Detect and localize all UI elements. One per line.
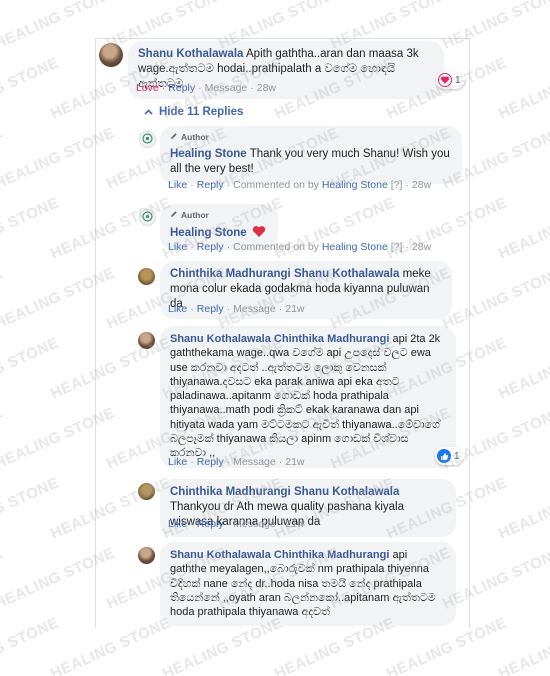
mention-link[interactable]: Chinthika Madhurangi — [274, 333, 390, 345]
page-avatar[interactable] — [139, 131, 156, 148]
avatar[interactable] — [138, 268, 155, 285]
avatar[interactable] — [138, 332, 155, 349]
timestamp[interactable]: 21w — [285, 518, 304, 530]
comment-actions: Like · Reply · Message · 21w — [168, 456, 305, 468]
comments-thread: Shanu Kothalawala Apith gaththa..aran da… — [95, 38, 470, 628]
comment-actions: Love · Reply · Message · 28w — [136, 82, 277, 94]
watermark-text: HEALING STONE — [0, 614, 62, 676]
reply-link[interactable]: Reply — [197, 518, 224, 530]
comment-text: api 2ta 2k gaththekama wage..qwa වගේම ap… — [170, 333, 441, 460]
message-link[interactable]: Message — [233, 303, 276, 315]
avatar[interactable] — [138, 547, 155, 564]
reaction-count[interactable]: 1 — [435, 447, 464, 465]
love-reaction-link[interactable]: Love — [136, 82, 159, 94]
mention-link[interactable]: Shanu Kothalawala — [294, 268, 399, 280]
watermark-text: HEALING STONE — [496, 54, 550, 123]
message-link[interactable]: Message — [233, 456, 276, 468]
watermark-text: HEALING STONE — [0, 544, 6, 612]
watermark-text: HEALING STONE — [0, 54, 62, 123]
watermark-text: HEALING STONE — [0, 474, 62, 543]
watermark-text: HEALING STONE — [496, 614, 550, 676]
mention-link[interactable]: Shanu Kothalawala — [294, 486, 399, 498]
watermark-text: HEALING STONE — [496, 474, 550, 543]
timestamp[interactable]: 28w — [412, 241, 431, 253]
comment-author[interactable]: Healing Stone — [170, 227, 247, 239]
reply-link[interactable]: Reply — [197, 179, 224, 191]
healing-stone-logo-icon — [142, 210, 153, 225]
like-link[interactable]: Like — [168, 518, 187, 530]
like-icon — [437, 449, 451, 463]
commenter-link[interactable]: Healing Stone — [322, 179, 388, 191]
comment-actions: Like · Reply · Commented on by Healing Stone… — [168, 241, 432, 253]
comment-bubble: Shanu Kothalawala Chinthika Madhurangi a… — [160, 542, 456, 627]
watermark-text: HEALING STONE — [0, 0, 6, 53]
reply-link[interactable]: Reply — [197, 303, 224, 315]
pencil-icon — [170, 208, 178, 223]
comment-author[interactable]: Chinthika Madhurangi — [170, 486, 291, 498]
heart-icon — [438, 73, 452, 87]
healing-stone-logo-icon — [142, 132, 153, 147]
comment-author[interactable]: Shanu Kothalawala — [138, 48, 243, 60]
author-badge: Author — [170, 208, 268, 223]
comment-actions: Like · Reply · Commented on by Healing Stone… — [168, 179, 432, 191]
avatar[interactable] — [99, 43, 123, 67]
commenter-link[interactable]: Healing Stone — [322, 241, 388, 253]
comment-actions: Like · Reply · Message · 21w — [168, 518, 305, 530]
comment-author[interactable]: Shanu Kothalawala — [170, 333, 271, 345]
pencil-icon — [170, 130, 178, 145]
reply-link[interactable]: Reply — [197, 241, 224, 253]
watermark-text: HEALING STONE — [496, 334, 550, 403]
timestamp[interactable]: 28w — [257, 82, 276, 94]
reaction-count[interactable]: 1 — [436, 71, 465, 89]
timestamp[interactable]: 28w — [412, 179, 431, 191]
comment-author[interactable]: Healing Stone — [170, 148, 247, 160]
watermark-text: HEALING STONE — [0, 334, 62, 403]
comment-bubble: Shanu Kothalawala Chinthika Madhurangi a… — [160, 326, 456, 468]
mention-link[interactable]: Chinthika Madhurangi — [274, 549, 390, 561]
like-link[interactable]: Like — [168, 179, 187, 191]
like-link[interactable]: Like — [168, 241, 187, 253]
message-link[interactable]: Message — [233, 518, 276, 530]
watermark-text: HEALING STONE — [0, 194, 62, 263]
comment-actions: Like · Reply · Message · 21w — [168, 303, 305, 315]
watermark-text: HEALING STONE — [0, 404, 6, 472]
timestamp[interactable]: 21w — [285, 456, 304, 468]
reply-link[interactable]: Reply — [168, 82, 195, 94]
timestamp[interactable]: 21w — [285, 303, 304, 315]
hide-replies-toggle[interactable]: Hide 11 Replies — [144, 106, 243, 118]
comment-bubble: Author Healing Stone Thank you very much… — [160, 126, 462, 184]
watermark-text: HEALING STONE — [0, 264, 6, 332]
like-link[interactable]: Like — [168, 456, 187, 468]
like-link[interactable]: Like — [168, 303, 187, 315]
author-badge: Author — [170, 130, 452, 145]
watermark-text: HEALING STONE — [0, 124, 6, 192]
chevron-up-icon — [144, 106, 153, 118]
message-link[interactable]: Message — [205, 82, 248, 94]
watermark-text: HEALING STONE — [496, 194, 550, 263]
comment-author[interactable]: Shanu Kothalawala — [170, 549, 271, 561]
reply-link[interactable]: Reply — [197, 456, 224, 468]
avatar[interactable] — [138, 483, 155, 500]
comment-author[interactable]: Chinthika Madhurangi — [170, 268, 291, 280]
page-avatar[interactable] — [139, 209, 156, 226]
